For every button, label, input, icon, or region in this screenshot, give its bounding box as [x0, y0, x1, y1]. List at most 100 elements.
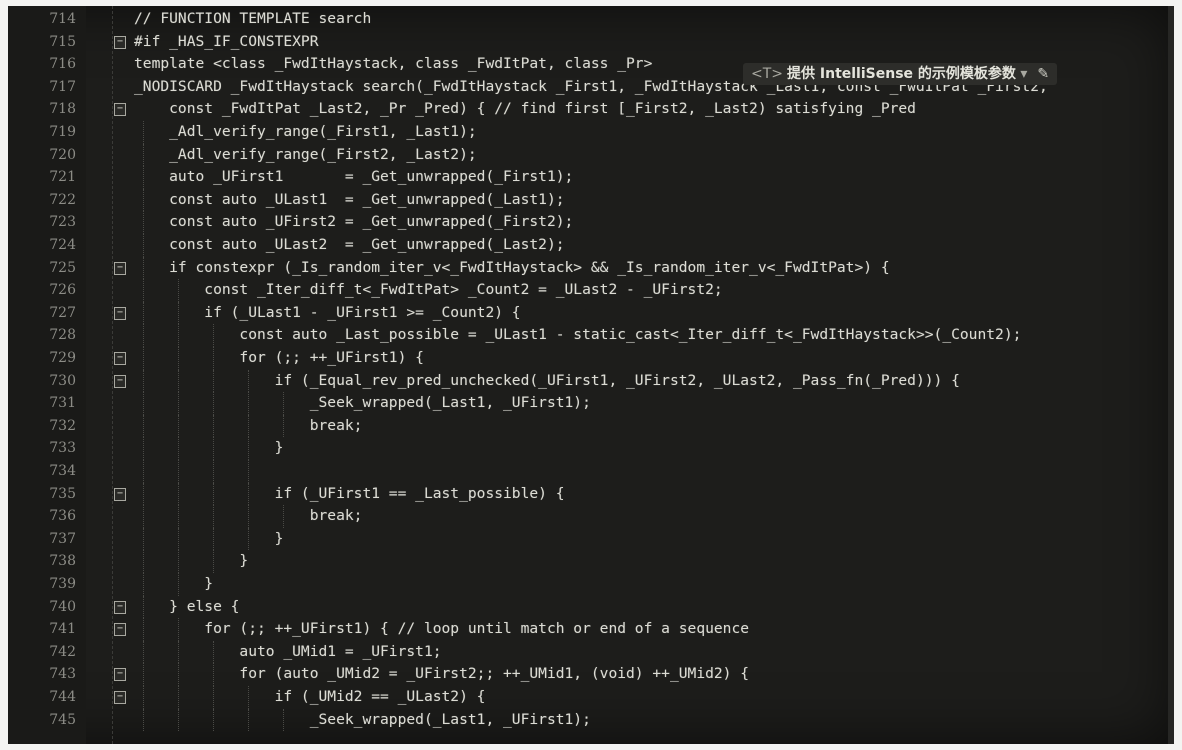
code-text[interactable]: }	[134, 573, 213, 596]
code-line[interactable]: 738 }	[8, 550, 1174, 573]
code-line[interactable]: 720 _Adl_verify_range(_First2, _Last2);	[8, 143, 1174, 167]
code-line[interactable]: 727 − if (_ULast1 - _UFirst1 >= _Count2) …	[8, 301, 1174, 325]
line-number: 717	[49, 78, 76, 95]
template-argument-hint[interactable]: <T> 提供 IntelliSense 的示例模板参数 ▾ ✎	[743, 63, 1058, 85]
code-line[interactable]: 721 auto _UFirst1 = _Get_unwrapped(_Firs…	[8, 166, 1174, 189]
code-text[interactable]: if constexpr (_Is_random_iter_v<_FwdItHa…	[134, 257, 889, 280]
code-text[interactable]: const auto _ULast1 = _Get_unwrapped(_Las…	[134, 189, 564, 212]
fold-toggle-icon[interactable]: −	[114, 35, 126, 49]
code-editor[interactable]: 714// FUNCTION TEMPLATE search 715− #if _H…	[8, 6, 1174, 744]
pencil-icon[interactable]: ✎	[1037, 66, 1049, 82]
line-number: 715	[49, 33, 76, 50]
code-line[interactable]: 718 − const _FwdItPat _Last2, _Pr _Pred) …	[8, 98, 1174, 121]
line-number: 740	[49, 598, 76, 615]
code-text[interactable]: for (;; ++_UFirst1) { // loop until matc…	[134, 618, 749, 641]
code-text[interactable]: const auto _ULast2 = _Get_unwrapped(_Las…	[134, 234, 564, 257]
line-number: 714	[49, 11, 76, 27]
line-number: 734	[49, 463, 76, 479]
code-text[interactable]: break;	[134, 415, 363, 438]
line-number: 720	[49, 146, 76, 163]
fold-toggle-icon[interactable]: −	[114, 352, 126, 365]
code-text[interactable]: const auto _Last_possible = _ULast1 - st…	[134, 324, 1021, 347]
code-text[interactable]: _Adl_verify_range(_First1, _Last1);	[134, 121, 477, 144]
line-number: 745	[49, 711, 76, 728]
fold-toggle-icon[interactable]: −	[114, 103, 126, 117]
fold-toggle-icon[interactable]: −	[114, 691, 126, 704]
code-text[interactable]: _Seek_wrapped(_Last1, _UFirst1);	[134, 392, 591, 415]
code-text[interactable]: if (_ULast1 - _UFirst1 >= _Count2) {	[134, 302, 520, 325]
line-number: 721	[49, 169, 76, 186]
indent-guide	[248, 460, 250, 483]
code-text[interactable]: const auto _UFirst2 = _Get_unwrapped(_Fi…	[134, 211, 573, 234]
code-text[interactable]: template <class _FwdItHaystack, class _F…	[134, 53, 652, 76]
code-text[interactable]: if (_Equal_rev_pred_unchecked(_UFirst1, …	[134, 370, 960, 393]
code-line[interactable]: 730 − if (_Equal_rev_pred_unchecked(_UFir…	[8, 369, 1174, 393]
code-text[interactable]: } else {	[134, 596, 239, 619]
code-line[interactable]: 732 break;	[8, 414, 1174, 438]
code-line[interactable]: 733 }	[8, 437, 1174, 460]
code-text[interactable]: if (_UMid2 == _ULast2) {	[134, 686, 486, 709]
fold-toggle-icon[interactable]: −	[114, 623, 126, 637]
type-param-label: <T>	[751, 66, 784, 82]
code-line[interactable]: 726 const _Iter_diff_t<_FwdItPat> _Count…	[8, 279, 1174, 302]
code-line[interactable]: 725 − if constexpr (_Is_random_iter_v<_Fw…	[8, 256, 1174, 280]
code-text[interactable]: }	[134, 437, 284, 460]
line-number: 737	[49, 530, 76, 547]
code-line[interactable]: 739 }	[8, 573, 1174, 596]
code-line[interactable]: 737 }	[8, 527, 1174, 551]
code-text[interactable]: auto _UFirst1 = _Get_unwrapped(_First1);	[134, 166, 573, 189]
code-line[interactable]: 724 const auto _ULast2 = _Get_unwrapped(…	[8, 234, 1174, 257]
line-number: 742	[49, 643, 76, 660]
code-line[interactable]: 722 const auto _ULast1 = _Get_unwrapped(…	[8, 188, 1174, 212]
code-line[interactable]: 723 const auto _UFirst2 = _Get_unwrapped…	[8, 211, 1174, 234]
code-line[interactable]: 736 break;	[8, 505, 1174, 528]
fold-toggle-icon[interactable]: −	[114, 600, 126, 614]
fold-toggle-icon[interactable]: −	[114, 668, 126, 682]
code-text[interactable]: _Seek_wrapped(_Last1, _UFirst1);	[134, 709, 591, 732]
line-number: 736	[49, 508, 76, 525]
code-text[interactable]: }	[134, 550, 248, 573]
code-line[interactable]: 742 auto _UMid1 = _UFirst1;	[8, 640, 1174, 664]
code-text[interactable]: const _FwdItPat _Last2, _Pr _Pred) { // …	[134, 98, 916, 121]
line-number: 733	[49, 440, 76, 457]
code-text[interactable]: #if _HAS_IF_CONSTEXPR	[134, 31, 319, 54]
line-number: 726	[49, 282, 76, 299]
code-line[interactable]: 741 − for (;; ++_UFirst1) { // loop until…	[8, 618, 1174, 641]
code-line[interactable]: 728 const auto _Last_possible = _ULast1 …	[8, 324, 1174, 347]
code-text[interactable]: }	[134, 528, 284, 551]
indent-guide	[213, 460, 215, 483]
line-number: 738	[49, 553, 76, 570]
code-line[interactable]: 744 − if (_UMid2 == _ULast2) {	[8, 686, 1174, 709]
code-line[interactable]: 734	[8, 460, 1174, 483]
code-text[interactable]: auto _UMid1 = _UFirst1;	[134, 641, 441, 664]
code-text[interactable]: for (auto _UMid2 = _UFirst2;; ++_UMid1, …	[134, 663, 749, 686]
line-number: 730	[49, 372, 76, 389]
code-text[interactable]: const _Iter_diff_t<_FwdItPat> _Count2 = …	[134, 279, 722, 302]
fold-toggle-icon[interactable]: −	[114, 487, 126, 501]
code-line[interactable]: 731 _Seek_wrapped(_Last1, _UFirst1);	[8, 392, 1174, 415]
code-text[interactable]: for (;; ++_UFirst1) {	[134, 347, 424, 370]
line-number: 729	[49, 350, 76, 366]
code-line[interactable]: 740 − } else {	[8, 595, 1174, 619]
fold-toggle-icon[interactable]: −	[114, 306, 126, 320]
code-line[interactable]: 743 − for (auto _UMid2 = _UFirst2;; ++_UM…	[8, 663, 1174, 686]
code-line[interactable]: 714 // FUNCTION TEMPLATE search	[8, 8, 1174, 31]
line-number: 724	[49, 237, 76, 253]
code-line[interactable]: 729 − for (;; ++_UFirst1) {	[8, 347, 1174, 370]
code-text[interactable]: // FUNCTION TEMPLATE search	[134, 8, 371, 31]
line-number: 728	[49, 327, 76, 344]
fold-toggle-icon[interactable]: −	[114, 261, 126, 275]
fold-toggle-icon[interactable]: −	[114, 374, 126, 388]
code-text[interactable]: break;	[134, 505, 363, 528]
line-number: 716	[49, 56, 76, 73]
code-text[interactable]: _Adl_verify_range(_First2, _Last2);	[134, 144, 477, 167]
line-number: 743	[49, 666, 76, 683]
code-line[interactable]: 719 _Adl_verify_range(_First1, _Last1);	[8, 121, 1174, 144]
code-text[interactable]: if (_UFirst1 == _Last_possible) {	[134, 483, 565, 506]
chevron-down-icon[interactable]: ▾	[1016, 66, 1027, 82]
vertical-scrollbar[interactable]	[1168, 6, 1174, 744]
code-line[interactable]: 715 − #if _HAS_IF_CONSTEXPR	[8, 31, 1174, 54]
code-line[interactable]: 735 − if (_UFirst1 == _Last_possible) {	[8, 482, 1174, 506]
line-number: 741	[49, 621, 76, 638]
code-line[interactable]: 745 _Seek_wrapped(_Last1, _UFirst1);	[8, 708, 1174, 732]
